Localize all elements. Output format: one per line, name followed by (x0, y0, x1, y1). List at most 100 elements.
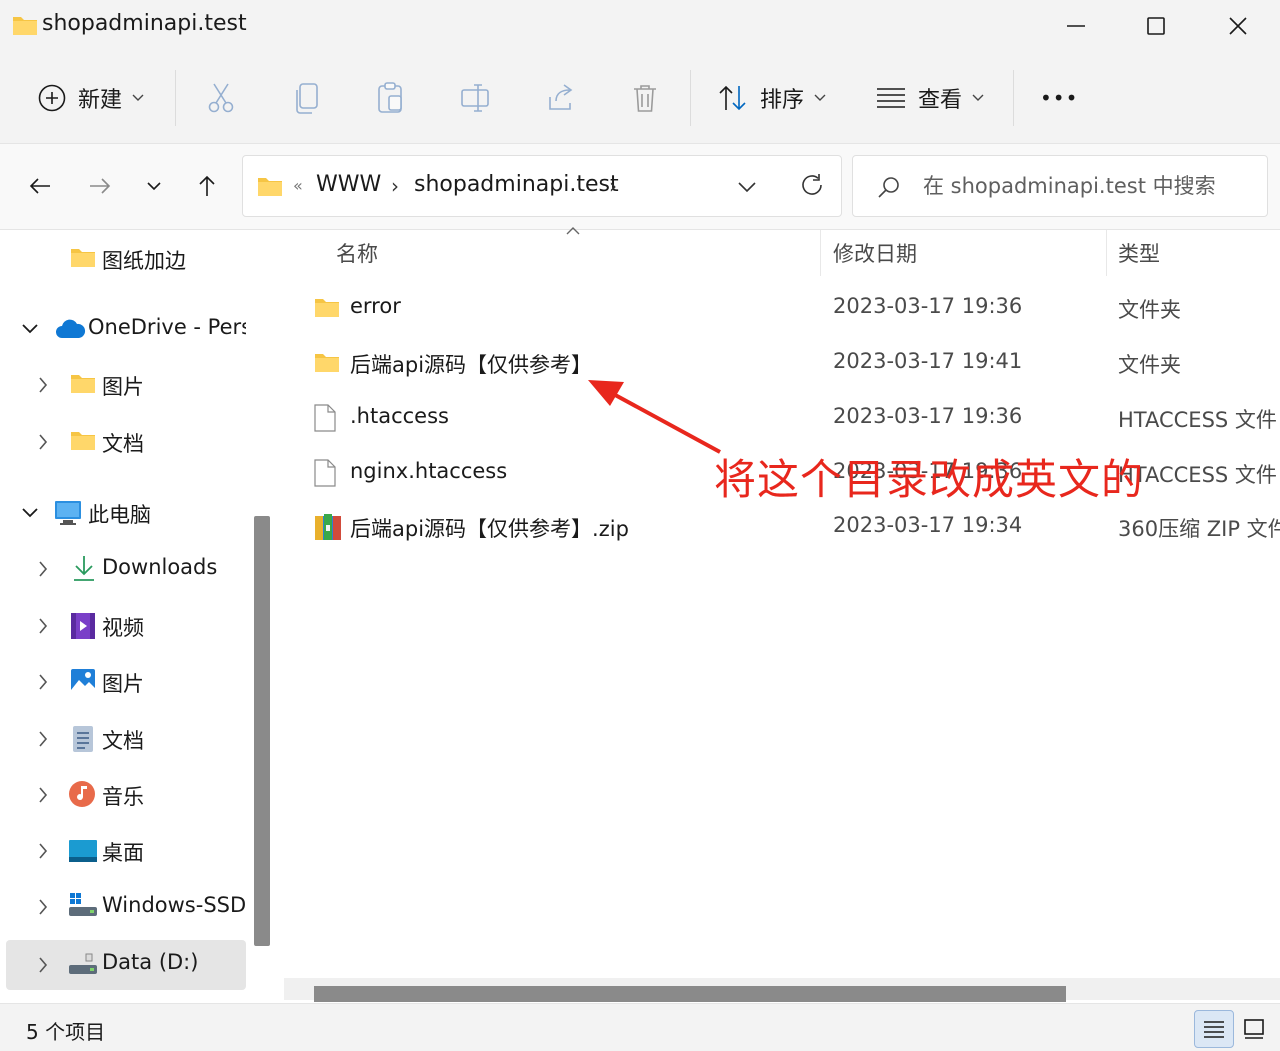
address-bar[interactable]: « WWW › shopadminapi.test › (242, 155, 842, 217)
sidebar-item-onedrive[interactable]: OneDrive - Pers (6, 306, 246, 354)
sidebar-item-this-pc[interactable]: 此电脑 (6, 490, 246, 538)
breadcrumb-www[interactable]: WWW (316, 172, 381, 197)
refresh-icon[interactable] (799, 172, 825, 198)
sidebar-item-label: 此电脑 (88, 503, 151, 527)
sidebar-item-windows-ssd[interactable]: Windows-SSD (6, 884, 246, 932)
view-button[interactable]: 查看 (876, 72, 984, 124)
breadcrumb-separator[interactable]: › (391, 174, 399, 198)
sort-button[interactable]: 排序 (718, 72, 826, 124)
chevron-right-icon[interactable] (38, 843, 48, 859)
sidebar-item-pictures[interactable]: 图片 (6, 659, 246, 707)
file-date: 2023-03-17 19:34 (833, 513, 1023, 537)
sidebar-item-label: 音乐 (102, 785, 144, 809)
toolbar-divider (175, 70, 176, 126)
column-header-type[interactable]: 类型 (1118, 238, 1160, 268)
sidebar-item-label: 文档 (102, 729, 144, 753)
copy-icon (296, 83, 318, 114)
column-divider[interactable] (820, 230, 821, 276)
computer-icon (55, 501, 81, 525)
close-button[interactable] (1198, 0, 1278, 52)
file-date: 2023-03-17 19:36 (833, 294, 1023, 318)
breadcrumb-separator[interactable]: › (609, 174, 617, 198)
rename-button[interactable] (460, 72, 492, 124)
file-icon (314, 459, 336, 487)
sidebar-item-desktop[interactable]: 桌面 (6, 828, 246, 876)
view-lines-icon (877, 88, 905, 108)
sidebar-item-label: OneDrive - Pers (88, 315, 246, 339)
sidebar-item-tuzhijiabian[interactable]: 图纸加边 (6, 236, 246, 284)
back-button[interactable] (18, 166, 62, 206)
chevron-right-icon[interactable] (38, 731, 48, 747)
chevron-right-icon[interactable] (38, 377, 48, 393)
share-button[interactable] (546, 72, 576, 124)
cut-button[interactable] (206, 72, 236, 124)
table-row[interactable]: 后端api源码【仅供参考】 2023-03-17 19:41 文件夹 (300, 339, 1280, 389)
file-name: 后端api源码【仅供参考】.zip (350, 517, 629, 541)
up-button[interactable] (185, 166, 229, 206)
chevron-right-icon[interactable] (38, 561, 48, 577)
sidebar-item-videos[interactable]: 视频 (6, 603, 246, 651)
table-row[interactable]: 后端api源码【仅供参考】.zip 2023-03-17 19:34 360压缩… (300, 503, 1280, 553)
clipboard-icon (378, 82, 402, 113)
chevron-down-icon (972, 94, 984, 101)
file-name: .htaccess (350, 404, 449, 428)
sidebar-item-onedrive-documents[interactable]: 文档 (6, 419, 246, 467)
sidebar-scrollbar[interactable] (254, 516, 270, 946)
toolbar-divider (1013, 70, 1014, 126)
file-icon (314, 404, 336, 432)
column-divider[interactable] (1106, 230, 1107, 276)
delete-button[interactable] (632, 72, 658, 124)
copy-button[interactable] (294, 72, 320, 124)
folder-icon (71, 432, 95, 450)
more-icon: ••• (1040, 86, 1079, 110)
folder-icon (315, 354, 339, 372)
chevron-down-icon (814, 94, 826, 101)
sidebar-item-documents[interactable]: 文档 (6, 716, 246, 764)
chevron-right-icon[interactable] (38, 899, 48, 915)
music-icon (69, 781, 95, 807)
file-type: 360压缩 ZIP 文件 (1118, 517, 1280, 541)
file-name: error (350, 294, 401, 318)
picture-icon (71, 669, 95, 693)
more-button[interactable]: ••• (1040, 72, 1078, 124)
search-input[interactable] (923, 156, 1263, 216)
chevron-right-icon[interactable] (38, 434, 48, 450)
sidebar-item-label: 桌面 (102, 841, 144, 865)
status-bar: 5 个项目 (0, 1003, 1280, 1051)
chevron-down-icon[interactable] (738, 174, 756, 200)
chevron-right-icon[interactable] (38, 787, 48, 803)
sidebar-item-music[interactable]: 音乐 (6, 772, 246, 820)
details-view-button[interactable] (1194, 1010, 1234, 1048)
close-icon (1229, 17, 1247, 35)
chevron-down-icon[interactable] (22, 324, 38, 334)
chevron-right-icon[interactable] (38, 618, 48, 634)
chevron-right-icon[interactable] (38, 674, 48, 690)
chevron-right-icon[interactable] (38, 957, 48, 973)
search-box[interactable] (852, 155, 1268, 217)
file-type: HTACCESS 文件 (1118, 408, 1277, 432)
file-type: 文件夹 (1118, 298, 1181, 322)
column-header-date[interactable]: 修改日期 (833, 238, 917, 268)
overflow-icon[interactable]: « (293, 176, 303, 195)
sidebar-item-onedrive-pictures[interactable]: 图片 (6, 362, 246, 410)
sidebar-item-label: 文档 (102, 432, 144, 456)
sidebar-item-label: 视频 (102, 616, 144, 640)
forward-button[interactable] (78, 166, 122, 206)
paste-button[interactable] (377, 72, 405, 124)
column-header-name[interactable]: 名称 (336, 238, 378, 268)
table-row[interactable]: .htaccess 2023-03-17 19:36 HTACCESS 文件 (300, 394, 1280, 444)
minimize-button[interactable] (1036, 0, 1116, 52)
breadcrumb-shopadminapi[interactable]: shopadminapi.test (414, 172, 619, 197)
video-icon (71, 613, 95, 639)
sidebar-item-downloads[interactable]: Downloads (6, 546, 246, 594)
large-icons-view-button[interactable] (1234, 1010, 1274, 1048)
view-label: 查看 (918, 88, 963, 113)
new-button[interactable]: 新建 (38, 72, 144, 124)
horizontal-scrollbar-thumb[interactable] (314, 986, 1066, 1002)
table-row[interactable]: error 2023-03-17 19:36 文件夹 (300, 284, 1280, 334)
sidebar-item-data-d[interactable]: Data (D:) (6, 940, 246, 990)
chevron-down-icon[interactable] (22, 508, 38, 518)
maximize-button[interactable] (1116, 0, 1196, 52)
recent-locations-button[interactable] (132, 166, 176, 206)
sidebar-item-label: Windows-SSD (102, 893, 247, 917)
